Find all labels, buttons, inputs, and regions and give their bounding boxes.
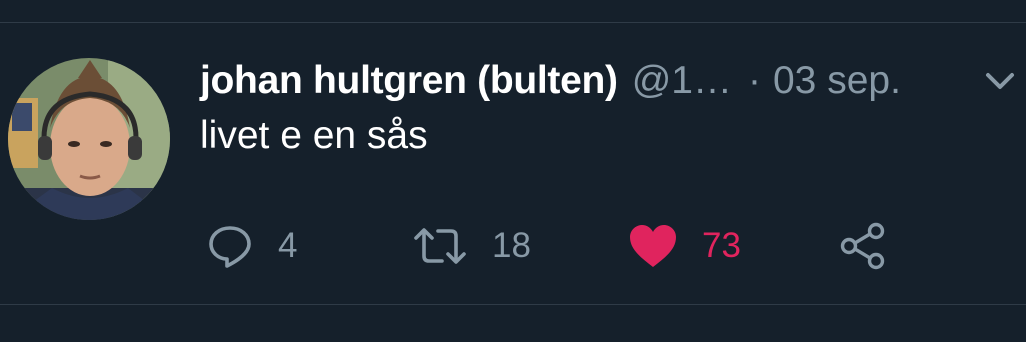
divider (0, 304, 1026, 305)
separator-dot: · (747, 59, 761, 102)
reply-count: 4 (278, 226, 298, 265)
avatar-image (8, 58, 170, 220)
author-handle[interactable]: @1… (632, 59, 732, 103)
heart-icon (628, 223, 678, 269)
tweet-header: johan hultgren (bulten) @1… · 03 sep. (200, 56, 960, 106)
author-name[interactable]: johan hultgren (bulten) (200, 59, 618, 103)
tweet[interactable]: johan hultgren (bulten) @1… · 03 sep. li… (0, 0, 1026, 342)
retweet-button[interactable]: 18 (412, 222, 531, 270)
like-count: 73 (702, 226, 741, 265)
like-button[interactable]: 73 (628, 222, 741, 270)
avatar[interactable] (8, 58, 170, 220)
reply-button[interactable]: 4 (206, 222, 297, 270)
chevron-down-icon[interactable] (982, 68, 1018, 94)
tweet-text: livet e en sås (200, 114, 428, 157)
retweet-count: 18 (492, 226, 531, 265)
timestamp[interactable]: 03 sep. (773, 59, 901, 103)
divider (0, 22, 1026, 23)
retweet-icon (412, 222, 468, 270)
share-button[interactable] (838, 222, 888, 270)
share-icon (838, 221, 888, 271)
reply-icon (206, 222, 254, 270)
